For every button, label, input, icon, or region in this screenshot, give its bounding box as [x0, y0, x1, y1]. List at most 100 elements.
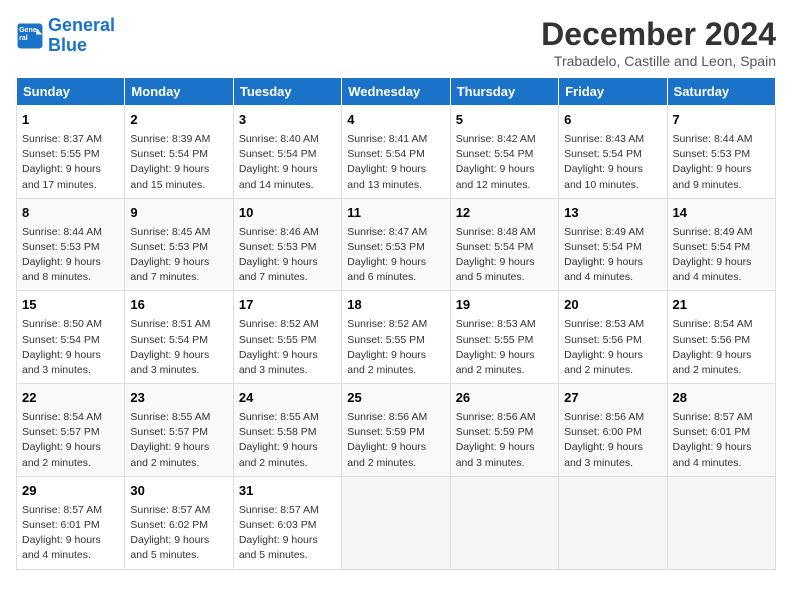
day-number: 20: [564, 296, 661, 315]
logo: Gene- ral General Blue: [16, 16, 115, 56]
calendar-cell: 11 Sunrise: 8:47 AMSunset: 5:53 PMDaylig…: [342, 198, 450, 291]
day-number: 19: [456, 296, 553, 315]
day-number: 26: [456, 389, 553, 408]
calendar-cell: 27 Sunrise: 8:56 AMSunset: 6:00 PMDaylig…: [559, 384, 667, 477]
calendar-cell: 18 Sunrise: 8:52 AMSunset: 5:55 PMDaylig…: [342, 291, 450, 384]
day-number: 22: [22, 389, 119, 408]
day-info: Sunrise: 8:57 AMSunset: 6:01 PMDaylight:…: [673, 411, 753, 469]
calendar-cell: 9 Sunrise: 8:45 AMSunset: 5:53 PMDayligh…: [125, 198, 233, 291]
day-info: Sunrise: 8:56 AMSunset: 6:00 PMDaylight:…: [564, 411, 644, 469]
day-info: Sunrise: 8:48 AMSunset: 5:54 PMDaylight:…: [456, 226, 536, 284]
calendar-cell: 6 Sunrise: 8:43 AMSunset: 5:54 PMDayligh…: [559, 106, 667, 199]
header-day-thursday: Thursday: [450, 78, 558, 106]
day-number: 27: [564, 389, 661, 408]
day-number: 17: [239, 296, 336, 315]
logo-line2: Blue: [48, 35, 87, 55]
day-info: Sunrise: 8:55 AMSunset: 5:58 PMDaylight:…: [239, 411, 319, 469]
day-info: Sunrise: 8:56 AMSunset: 5:59 PMDaylight:…: [456, 411, 536, 469]
calendar-cell: 5 Sunrise: 8:42 AMSunset: 5:54 PMDayligh…: [450, 106, 558, 199]
calendar-cell: [450, 476, 558, 569]
calendar-cell: 24 Sunrise: 8:55 AMSunset: 5:58 PMDaylig…: [233, 384, 341, 477]
day-number: 29: [22, 482, 119, 501]
day-info: Sunrise: 8:51 AMSunset: 5:54 PMDaylight:…: [130, 318, 210, 376]
day-number: 16: [130, 296, 227, 315]
day-number: 1: [22, 111, 119, 130]
day-info: Sunrise: 8:43 AMSunset: 5:54 PMDaylight:…: [564, 133, 644, 191]
day-number: 25: [347, 389, 444, 408]
day-info: Sunrise: 8:52 AMSunset: 5:55 PMDaylight:…: [347, 318, 427, 376]
day-info: Sunrise: 8:53 AMSunset: 5:56 PMDaylight:…: [564, 318, 644, 376]
day-number: 4: [347, 111, 444, 130]
calendar-cell: 3 Sunrise: 8:40 AMSunset: 5:54 PMDayligh…: [233, 106, 341, 199]
logo-text: General Blue: [48, 16, 115, 56]
day-info: Sunrise: 8:57 AMSunset: 6:01 PMDaylight:…: [22, 504, 102, 562]
calendar-cell: 4 Sunrise: 8:41 AMSunset: 5:54 PMDayligh…: [342, 106, 450, 199]
day-info: Sunrise: 8:49 AMSunset: 5:54 PMDaylight:…: [564, 226, 644, 284]
calendar-cell: 31 Sunrise: 8:57 AMSunset: 6:03 PMDaylig…: [233, 476, 341, 569]
day-info: Sunrise: 8:47 AMSunset: 5:53 PMDaylight:…: [347, 226, 427, 284]
calendar-week-1: 1 Sunrise: 8:37 AMSunset: 5:55 PMDayligh…: [17, 106, 776, 199]
day-number: 11: [347, 204, 444, 223]
day-info: Sunrise: 8:50 AMSunset: 5:54 PMDaylight:…: [22, 318, 102, 376]
day-info: Sunrise: 8:44 AMSunset: 5:53 PMDaylight:…: [22, 226, 102, 284]
day-number: 10: [239, 204, 336, 223]
day-number: 28: [673, 389, 770, 408]
calendar-cell: 26 Sunrise: 8:56 AMSunset: 5:59 PMDaylig…: [450, 384, 558, 477]
day-number: 15: [22, 296, 119, 315]
day-number: 13: [564, 204, 661, 223]
day-number: 12: [456, 204, 553, 223]
header: Gene- ral General Blue December 2024 Tra…: [16, 16, 776, 69]
day-info: Sunrise: 8:54 AMSunset: 5:57 PMDaylight:…: [22, 411, 102, 469]
calendar-cell: 13 Sunrise: 8:49 AMSunset: 5:54 PMDaylig…: [559, 198, 667, 291]
day-number: 30: [130, 482, 227, 501]
calendar-body: 1 Sunrise: 8:37 AMSunset: 5:55 PMDayligh…: [17, 106, 776, 570]
day-number: 23: [130, 389, 227, 408]
calendar-week-2: 8 Sunrise: 8:44 AMSunset: 5:53 PMDayligh…: [17, 198, 776, 291]
day-info: Sunrise: 8:46 AMSunset: 5:53 PMDaylight:…: [239, 226, 319, 284]
header-day-wednesday: Wednesday: [342, 78, 450, 106]
header-day-tuesday: Tuesday: [233, 78, 341, 106]
day-number: 8: [22, 204, 119, 223]
svg-text:Gene-: Gene-: [19, 27, 40, 34]
calendar-cell: 29 Sunrise: 8:57 AMSunset: 6:01 PMDaylig…: [17, 476, 125, 569]
day-number: 24: [239, 389, 336, 408]
calendar-cell: 2 Sunrise: 8:39 AMSunset: 5:54 PMDayligh…: [125, 106, 233, 199]
day-number: 14: [673, 204, 770, 223]
calendar-cell: 23 Sunrise: 8:55 AMSunset: 5:57 PMDaylig…: [125, 384, 233, 477]
day-info: Sunrise: 8:42 AMSunset: 5:54 PMDaylight:…: [456, 133, 536, 191]
day-number: 21: [673, 296, 770, 315]
calendar-cell: 16 Sunrise: 8:51 AMSunset: 5:54 PMDaylig…: [125, 291, 233, 384]
calendar-table: SundayMondayTuesdayWednesdayThursdayFrid…: [16, 77, 776, 570]
calendar-cell: 14 Sunrise: 8:49 AMSunset: 5:54 PMDaylig…: [667, 198, 775, 291]
day-info: Sunrise: 8:56 AMSunset: 5:59 PMDaylight:…: [347, 411, 427, 469]
day-info: Sunrise: 8:40 AMSunset: 5:54 PMDaylight:…: [239, 133, 319, 191]
calendar-cell: 21 Sunrise: 8:54 AMSunset: 5:56 PMDaylig…: [667, 291, 775, 384]
header-day-monday: Monday: [125, 78, 233, 106]
day-number: 31: [239, 482, 336, 501]
calendar-week-3: 15 Sunrise: 8:50 AMSunset: 5:54 PMDaylig…: [17, 291, 776, 384]
title-area: December 2024 Trabadelo, Castille and Le…: [541, 16, 776, 69]
day-info: Sunrise: 8:54 AMSunset: 5:56 PMDaylight:…: [673, 318, 753, 376]
calendar-cell: [342, 476, 450, 569]
logo-line1: General: [48, 15, 115, 35]
calendar-cell: 20 Sunrise: 8:53 AMSunset: 5:56 PMDaylig…: [559, 291, 667, 384]
location-subtitle: Trabadelo, Castille and Leon, Spain: [541, 53, 776, 69]
calendar-cell: 30 Sunrise: 8:57 AMSunset: 6:02 PMDaylig…: [125, 476, 233, 569]
calendar-cell: 10 Sunrise: 8:46 AMSunset: 5:53 PMDaylig…: [233, 198, 341, 291]
day-number: 5: [456, 111, 553, 130]
day-info: Sunrise: 8:45 AMSunset: 5:53 PMDaylight:…: [130, 226, 210, 284]
day-info: Sunrise: 8:57 AMSunset: 6:02 PMDaylight:…: [130, 504, 210, 562]
day-info: Sunrise: 8:57 AMSunset: 6:03 PMDaylight:…: [239, 504, 319, 562]
calendar-cell: 1 Sunrise: 8:37 AMSunset: 5:55 PMDayligh…: [17, 106, 125, 199]
calendar-week-5: 29 Sunrise: 8:57 AMSunset: 6:01 PMDaylig…: [17, 476, 776, 569]
calendar-cell: 8 Sunrise: 8:44 AMSunset: 5:53 PMDayligh…: [17, 198, 125, 291]
calendar-cell: 19 Sunrise: 8:53 AMSunset: 5:55 PMDaylig…: [450, 291, 558, 384]
day-number: 7: [673, 111, 770, 130]
month-title: December 2024: [541, 16, 776, 53]
header-row: SundayMondayTuesdayWednesdayThursdayFrid…: [17, 78, 776, 106]
day-info: Sunrise: 8:55 AMSunset: 5:57 PMDaylight:…: [130, 411, 210, 469]
header-day-friday: Friday: [559, 78, 667, 106]
calendar-cell: 17 Sunrise: 8:52 AMSunset: 5:55 PMDaylig…: [233, 291, 341, 384]
day-info: Sunrise: 8:52 AMSunset: 5:55 PMDaylight:…: [239, 318, 319, 376]
day-info: Sunrise: 8:37 AMSunset: 5:55 PMDaylight:…: [22, 133, 102, 191]
